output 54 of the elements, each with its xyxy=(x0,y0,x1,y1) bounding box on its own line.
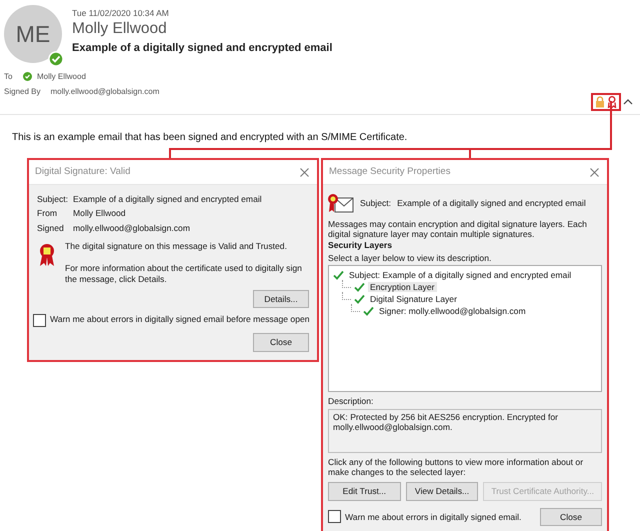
message-date: Tue 11/02/2020 10:34 AM xyxy=(72,8,170,18)
signer-address: molly.ellwood@globalsign.com xyxy=(50,87,160,96)
checkbox-label: Warn me about errors in digitally signed email. xyxy=(345,512,522,522)
message-subject: Example of a digitally signed and encrypted email xyxy=(72,42,332,54)
field-label: Signed xyxy=(37,222,65,233)
tree-item[interactable]: Subject: Example of a digitally signed and encrypted email xyxy=(347,270,574,280)
tree-item[interactable]: Signer: molly.ellwood@globalsign.com xyxy=(377,306,528,316)
check-icon xyxy=(354,282,365,292)
close-button[interactable] xyxy=(587,165,601,179)
ribbon-icon xyxy=(39,242,55,267)
subject-value: Example of a digitally signed and encrypted email xyxy=(397,198,586,208)
description-box: OK: Protected by 256 bit AES256 encryption. Encrypted for molly.ellwood@globalsign.com. xyxy=(328,408,602,453)
sender-name: Molly Ellwood xyxy=(72,20,168,38)
dialog-title: Digital Signature: Valid xyxy=(35,166,130,178)
check-icon xyxy=(363,306,374,316)
hint-text: Click any of the following buttons to view more information about or make changes to the selected layer: xyxy=(328,456,584,478)
signed-envelope-icon xyxy=(328,192,354,214)
dialog-title: Message Security Properties xyxy=(329,166,450,178)
tree-item[interactable]: Digital Signature Layer xyxy=(368,294,459,304)
tree-item[interactable]: Encryption Layer xyxy=(368,282,436,292)
hint-text: Select a layer below to view its description. xyxy=(328,252,492,264)
check-badge-icon xyxy=(23,72,32,81)
ribbon-icon[interactable] xyxy=(607,96,617,108)
check-badge-icon xyxy=(48,51,64,67)
check-icon xyxy=(354,294,365,304)
field-value: Example of a digitally signed and encrypted email xyxy=(73,194,263,204)
check-icon xyxy=(333,270,344,280)
details-button[interactable]: Details... xyxy=(253,290,309,308)
to-label: To xyxy=(4,72,14,81)
action-button[interactable]: Edit Trust... xyxy=(328,482,401,500)
close-icon xyxy=(300,168,308,176)
close-button[interactable]: Close xyxy=(253,333,309,352)
close-button[interactable]: Close xyxy=(540,508,602,526)
field-value: Molly Ellwood xyxy=(73,208,127,219)
field-value: molly.ellwood@globalsign.com xyxy=(73,222,191,233)
subject-label: Subject: xyxy=(360,198,392,208)
close-button[interactable] xyxy=(297,165,311,179)
recipient-name[interactable]: Molly Ellwood xyxy=(37,72,86,81)
field-label: From xyxy=(37,208,58,219)
description-label: Description: xyxy=(328,396,374,407)
info-text: For more information about the certificate used to digitally sign the message, click Details. xyxy=(65,263,303,284)
avatar-initials: ME xyxy=(16,20,50,48)
checkbox-label: Warn me about errors in digitally signed email before message open xyxy=(50,314,310,324)
close-icon xyxy=(590,168,598,176)
message-body: This is an example email that has been signed and encrypted with an S/MIME Certificate. xyxy=(11,131,408,143)
field-label: Subject: xyxy=(37,194,70,204)
section-heading: Security Layers xyxy=(328,240,394,250)
action-button[interactable]: View Details... xyxy=(406,482,478,500)
checkbox[interactable] xyxy=(33,314,46,328)
status-text: The digital signature on this message is Valid and Trusted. xyxy=(65,240,288,252)
checkbox[interactable] xyxy=(328,510,341,524)
signed-by-label: Signed By xyxy=(4,87,40,96)
intro-text: Messages may contain encryption and digital signature layers. Each digital signature layer may contain multiple signatures. xyxy=(328,219,588,240)
collapse-icon[interactable] xyxy=(623,98,633,106)
